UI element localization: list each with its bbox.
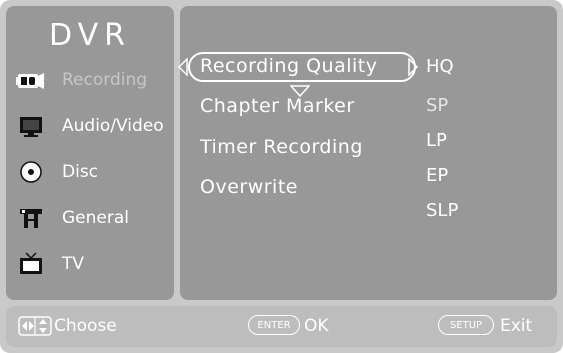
app-title: DVR — [49, 18, 131, 53]
sidebar: DVR Recording Audio/Video Disc General T… — [6, 6, 174, 300]
main-panel: Recording Quality Chapter Marker Timer R… — [177, 6, 557, 300]
sidebar-item-general[interactable]: General — [6, 200, 174, 236]
menu-item-recording-quality[interactable]: Recording Quality — [200, 55, 377, 77]
option-lp[interactable]: LP — [426, 130, 447, 151]
sidebar-item-label: General — [62, 208, 129, 228]
monitor-icon — [16, 114, 46, 138]
setup-key-badge: SETUP — [438, 315, 494, 335]
menu-item-chapter-marker[interactable]: Chapter Marker — [200, 95, 355, 117]
sidebar-item-disc[interactable]: Disc — [6, 154, 174, 190]
disc-icon — [16, 160, 46, 184]
ok-hint: OK — [304, 316, 329, 336]
sidebar-item-label: TV — [62, 254, 85, 274]
enter-key-badge: ENTER — [248, 315, 300, 335]
menu-item-overwrite[interactable]: Overwrite — [200, 176, 298, 198]
sidebar-item-recording[interactable]: Recording — [6, 62, 174, 98]
footer-hints: Choose ENTER OK SETUP Exit — [6, 306, 557, 347]
option-slp[interactable]: SLP — [426, 200, 458, 221]
exit-hint: Exit — [500, 316, 533, 336]
camcorder-icon — [16, 68, 46, 92]
option-sp[interactable]: SP — [426, 95, 448, 116]
choose-hint: Choose — [54, 316, 117, 336]
sidebar-item-label: Disc — [62, 162, 99, 182]
arrow-left-icon — [177, 57, 188, 80]
sidebar-item-tv[interactable]: TV — [6, 246, 174, 282]
sidebar-item-label: Recording — [62, 70, 148, 90]
dvr-menu-frame: DVR Recording Audio/Video Disc General T… — [0, 0, 563, 353]
arrow-right-icon — [408, 57, 419, 80]
option-ep[interactable]: EP — [426, 165, 448, 186]
tools-icon — [16, 206, 46, 230]
menu-item-timer-recording[interactable]: Timer Recording — [200, 136, 363, 158]
tv-icon — [16, 252, 46, 276]
option-hq[interactable]: HQ — [426, 56, 454, 77]
navigation-arrows-icon — [18, 316, 52, 340]
sidebar-item-label: Audio/Video — [62, 116, 164, 136]
sidebar-item-audio-video[interactable]: Audio/Video — [6, 108, 174, 144]
